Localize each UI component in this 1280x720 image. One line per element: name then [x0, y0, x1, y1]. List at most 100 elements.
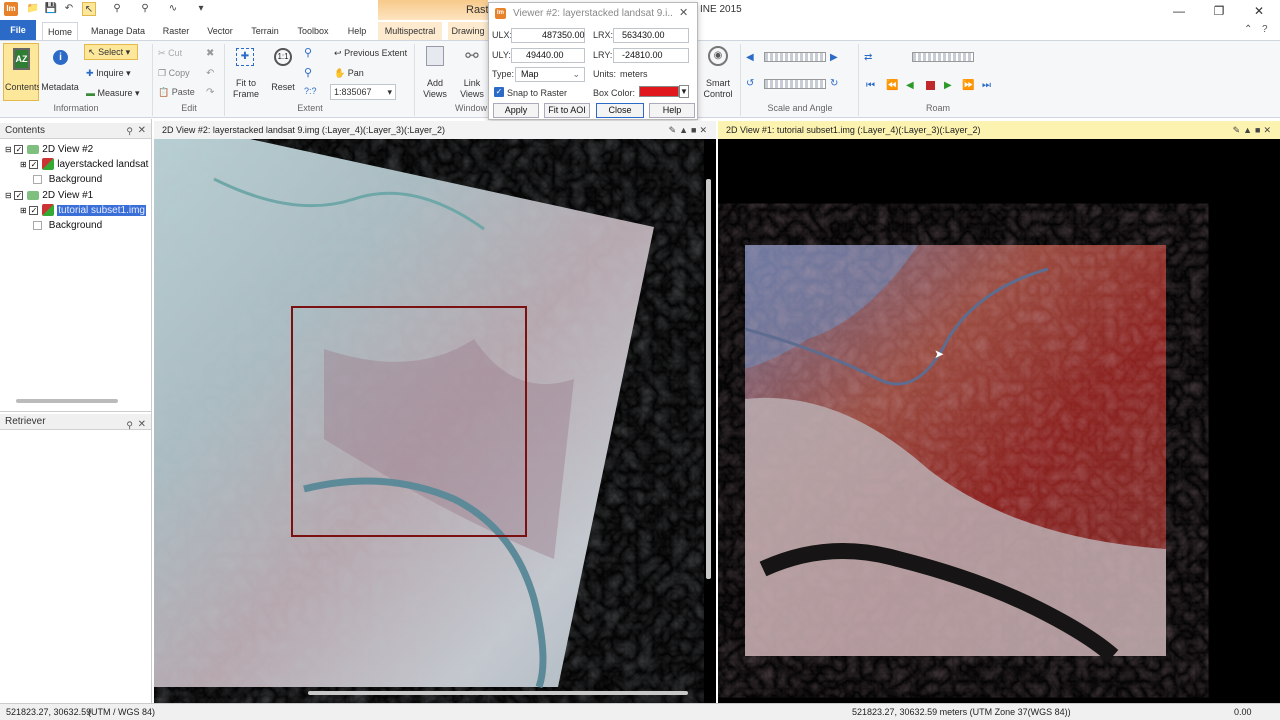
tab-toolbox[interactable]: Toolbox: [290, 22, 336, 40]
zoom-in-tool-icon[interactable]: ⚲: [304, 46, 312, 59]
dialog-close-button[interactable]: Close: [596, 103, 644, 118]
select-button[interactable]: ↖ Select ▾: [84, 44, 138, 60]
inquire-button[interactable]: ✚ Inquire ▾: [86, 66, 131, 80]
fit-to-frame-button[interactable]: ✚ Fit to Frame: [228, 44, 264, 100]
tree-2d-view-2[interactable]: ⊟ ✓ 2D View #2: [5, 142, 93, 157]
roam-step-back-icon[interactable]: ⏪: [886, 80, 898, 91]
delete-icon[interactable]: ✖: [206, 48, 214, 59]
scale-decrease-icon[interactable]: ◀: [746, 52, 754, 63]
cut-button[interactable]: ✂ Cut: [158, 48, 182, 59]
dialog-help-button[interactable]: Help: [649, 103, 695, 118]
scale-combo[interactable]: 1:835067 ▾: [330, 84, 396, 100]
tree-2d-view-1[interactable]: ⊟ ✓ 2D View #1: [5, 188, 93, 203]
reset-button[interactable]: 1:1 Reset: [268, 44, 298, 100]
collapse-icon[interactable]: ⊟: [5, 145, 12, 154]
view2-horizontal-scrollbar[interactable]: [308, 691, 688, 695]
uly-field[interactable]: 49440.00: [511, 48, 585, 63]
angle-slider[interactable]: [764, 79, 826, 89]
customize-dropdown-icon[interactable]: ▾: [194, 2, 208, 16]
roam-step-forward-icon[interactable]: ⏩: [962, 80, 974, 91]
tab-vector[interactable]: Vector: [200, 22, 240, 40]
apply-button[interactable]: Apply: [493, 103, 539, 118]
contents-scrollbar[interactable]: [16, 399, 118, 403]
redo-edit-icon[interactable]: ↷: [206, 87, 214, 98]
roam-speed-slider[interactable]: [912, 52, 974, 62]
expand-icon[interactable]: ⊞: [20, 160, 27, 169]
undo-icon[interactable]: ↶: [62, 2, 76, 16]
view2-checkbox[interactable]: ✓: [14, 144, 24, 154]
raster-contextual-tab[interactable]: Raste: [378, 0, 495, 20]
close-pane-icon[interactable]: ✕: [138, 123, 146, 139]
tree-layerstacked-landsat[interactable]: ⊞ ✓ layerstacked landsat: [20, 157, 150, 172]
tab-manage-data[interactable]: Manage Data: [86, 22, 150, 40]
pan-button[interactable]: ✋ Pan: [334, 68, 364, 79]
layer-checkbox[interactable]: ✓: [29, 159, 39, 169]
view1-checkbox[interactable]: ✓: [14, 190, 24, 200]
view1-canvas[interactable]: ➤: [718, 139, 1280, 703]
tab-drawing[interactable]: Drawing: [448, 22, 488, 40]
view2-canvas[interactable]: [154, 139, 716, 703]
tab-terrain[interactable]: Terrain: [244, 22, 286, 40]
tree-tutorial-subset[interactable]: ⊞ ✓ tutorial subset1.img: [20, 203, 146, 218]
contents-button[interactable]: AZ Contents: [3, 43, 39, 101]
scale-increase-icon[interactable]: ▶: [830, 52, 838, 63]
copy-button[interactable]: ❐ Copy: [158, 68, 190, 79]
close-pane-icon[interactable]: ✕: [138, 417, 146, 433]
metadata-button[interactable]: i Metadata: [41, 44, 79, 100]
help-icon[interactable]: ?: [1262, 24, 1268, 35]
pin-icon[interactable]: ⚲: [126, 417, 133, 433]
ribbon-minimize-icon[interactable]: ⌃: [1244, 24, 1252, 35]
scale-slider[interactable]: [764, 52, 826, 62]
roam-direction-icon[interactable]: ⇄: [864, 52, 872, 63]
tab-multispectral[interactable]: Multispectral: [378, 22, 442, 40]
undo-edit-icon[interactable]: ↶: [206, 68, 214, 79]
background-checkbox[interactable]: [33, 174, 42, 184]
close-window-button[interactable]: ✕: [1240, 0, 1278, 22]
view-header-icons[interactable]: ✎▲■✕: [669, 121, 710, 139]
type-select[interactable]: Map ⌄: [515, 67, 585, 82]
zoom-in-icon[interactable]: ⚲: [110, 2, 124, 16]
open-folder-icon[interactable]: 📁: [26, 2, 40, 16]
box-color-dropdown-icon[interactable]: ▼: [679, 85, 689, 98]
roam-first-icon[interactable]: ⏮: [866, 80, 875, 91]
zoom-out-tool-icon[interactable]: ⚲: [304, 66, 312, 79]
roam-play-icon[interactable]: ▶: [944, 80, 952, 91]
minimize-button[interactable]: —: [1160, 0, 1198, 22]
view2-vertical-scrollbar[interactable]: [706, 179, 711, 579]
measure-button[interactable]: ▬ Measure ▾: [86, 86, 140, 100]
ulx-field[interactable]: 487350.00: [511, 28, 585, 43]
tab-help[interactable]: Help: [340, 22, 374, 40]
link-views-button[interactable]: ⚯ Link Views: [455, 44, 489, 100]
tab-raster[interactable]: Raster: [156, 22, 196, 40]
tab-file[interactable]: File: [0, 20, 36, 40]
fit-to-aoi-button[interactable]: Fit to AOI: [544, 103, 590, 118]
select-tool-icon[interactable]: ↖: [82, 2, 96, 16]
smart-control-button[interactable]: ◉ Smart Control: [700, 44, 736, 100]
roam-last-icon[interactable]: ⏭: [982, 80, 991, 91]
paste-button[interactable]: 📋 Paste: [158, 87, 195, 98]
box-color-swatch[interactable]: [639, 86, 679, 97]
view2-header[interactable]: 2D View #2: layerstacked landsat 9.img (…: [154, 121, 716, 139]
rotate-right-icon[interactable]: ↻: [830, 78, 838, 89]
view1-header[interactable]: 2D View #1: tutorial subset1.img (:Layer…: [718, 121, 1280, 139]
layer-checkbox[interactable]: ✓: [29, 205, 39, 215]
tree-background-2[interactable]: Background: [33, 172, 102, 187]
roam-reverse-icon[interactable]: ◀: [906, 80, 914, 91]
collapse-icon[interactable]: ⊟: [5, 191, 12, 200]
roam-stop-icon[interactable]: [926, 81, 935, 90]
rotate-left-icon[interactable]: ↺: [746, 78, 754, 89]
background-checkbox[interactable]: [33, 220, 42, 230]
tree-background-1[interactable]: Background: [33, 218, 102, 233]
previous-extent-button[interactable]: ↩ Previous Extent: [334, 48, 407, 59]
roam-icon[interactable]: ∿: [166, 2, 180, 16]
zoom-unknown-button[interactable]: ?:?: [304, 86, 317, 96]
lrx-field[interactable]: 563430.00: [613, 28, 689, 43]
snap-to-raster-checkbox[interactable]: ✓: [494, 87, 504, 97]
dialog-close-icon[interactable]: ✕: [679, 6, 688, 19]
view-header-icons[interactable]: ✎▲■✕: [1233, 121, 1274, 139]
expand-icon[interactable]: ⊞: [20, 206, 27, 215]
save-icon[interactable]: 💾: [44, 2, 58, 16]
zoom-out-icon[interactable]: ⚲: [138, 2, 152, 16]
tab-home[interactable]: Home: [42, 22, 78, 41]
restore-button[interactable]: ❐: [1200, 0, 1238, 22]
